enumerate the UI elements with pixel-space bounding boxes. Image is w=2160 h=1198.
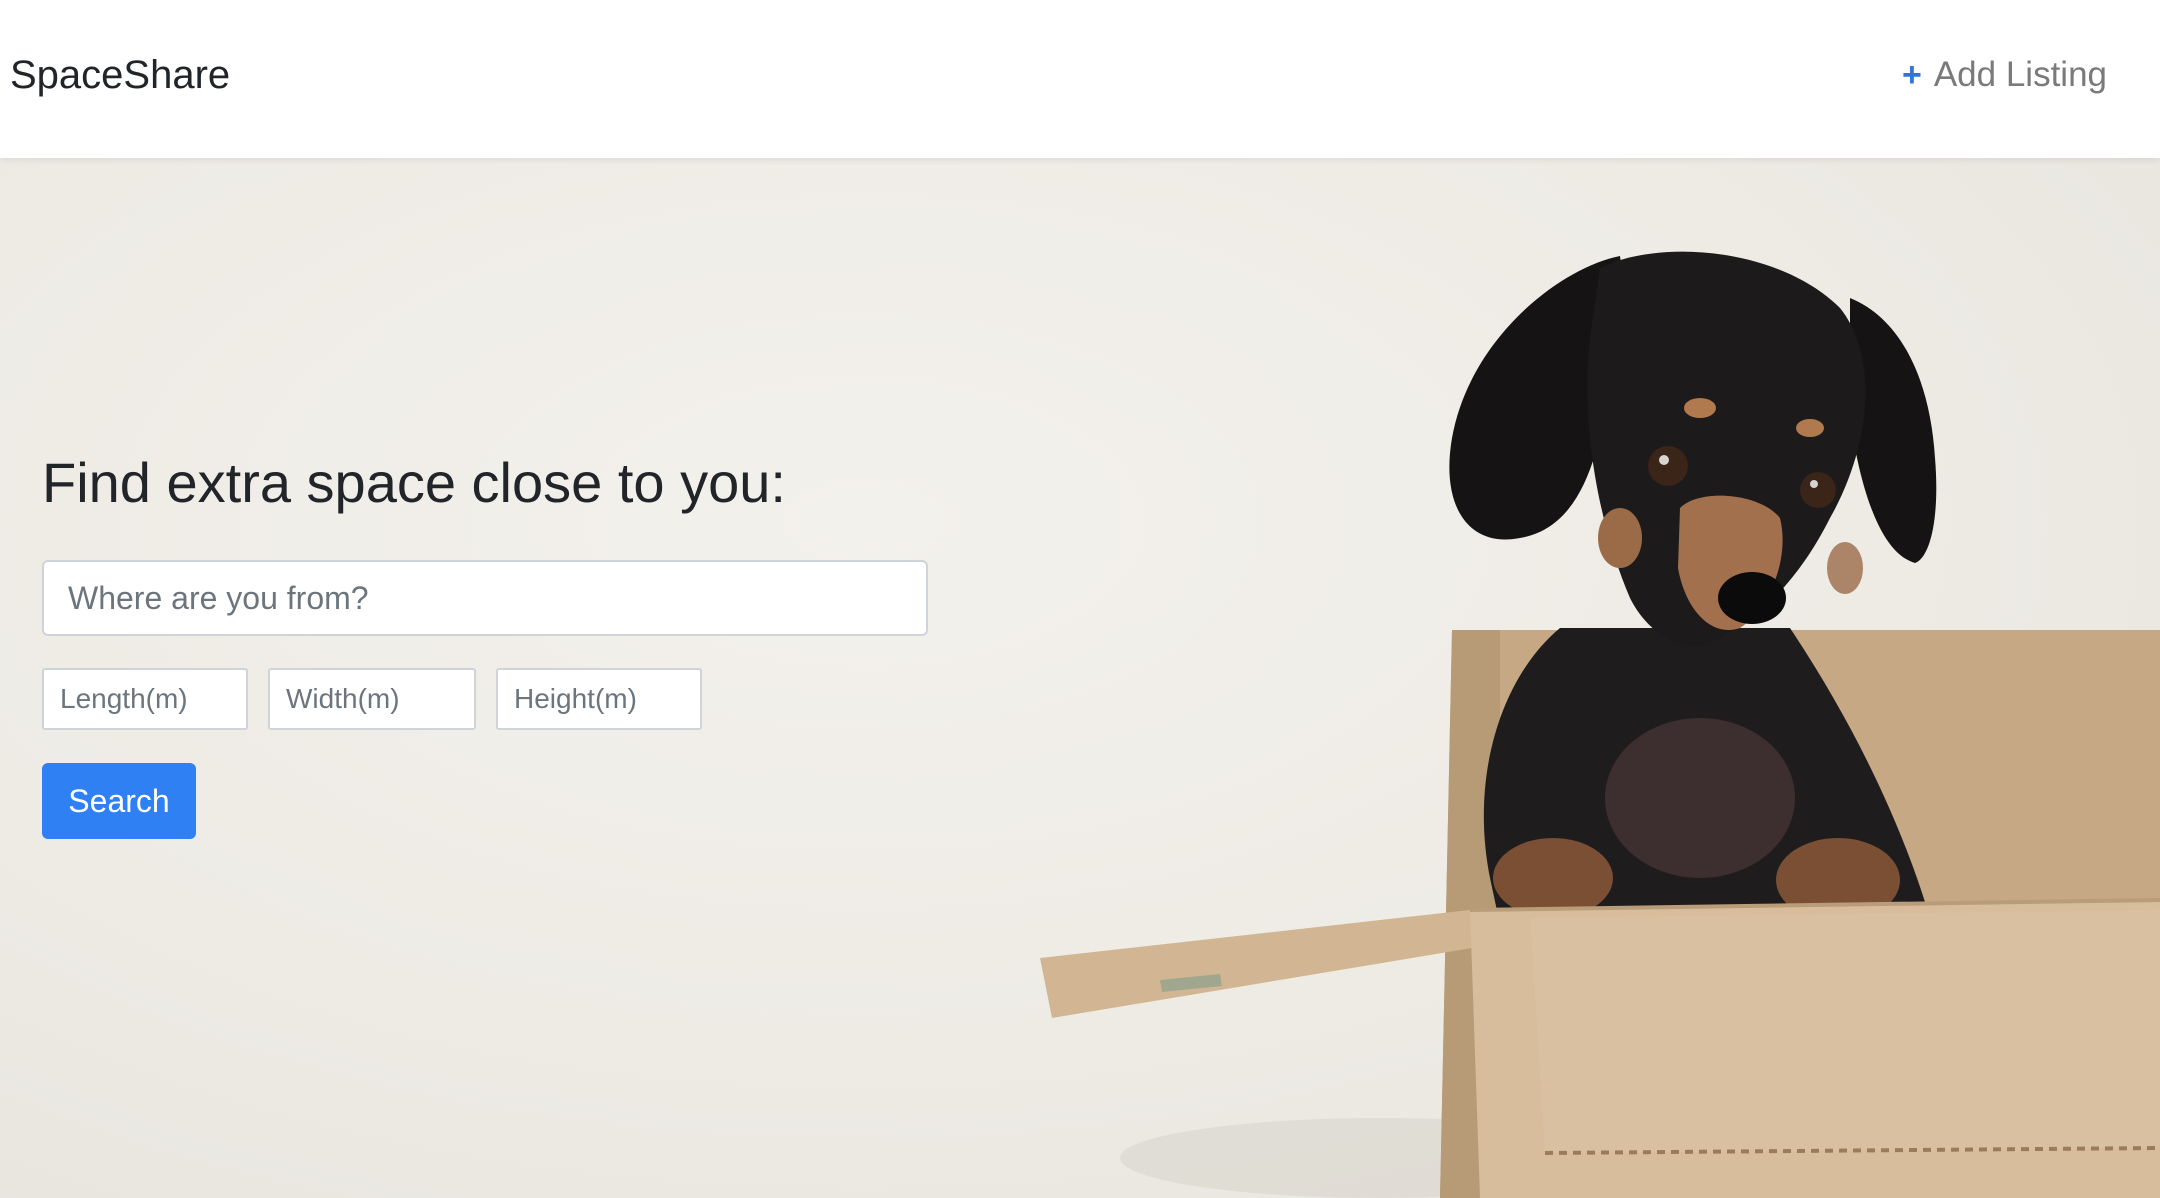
dachshund-box-photo (1040, 251, 2160, 1198)
navbar: SpaceShare + Add Listing (0, 0, 2160, 158)
hero-headline: Find extra space close to you: (42, 451, 786, 514)
search-button[interactable]: Search (42, 763, 196, 839)
length-input[interactable] (42, 668, 248, 730)
add-listing-link[interactable]: + Add Listing (1902, 50, 2107, 100)
brand-logo[interactable]: SpaceShare (10, 50, 230, 100)
plus-icon: + (1901, 56, 1922, 94)
width-input[interactable] (268, 668, 476, 730)
add-listing-label: Add Listing (1933, 55, 2107, 94)
location-search-input[interactable] (42, 560, 928, 636)
hero-section: Find extra space close to you: Search (0, 158, 2160, 1198)
height-input[interactable] (496, 668, 702, 730)
